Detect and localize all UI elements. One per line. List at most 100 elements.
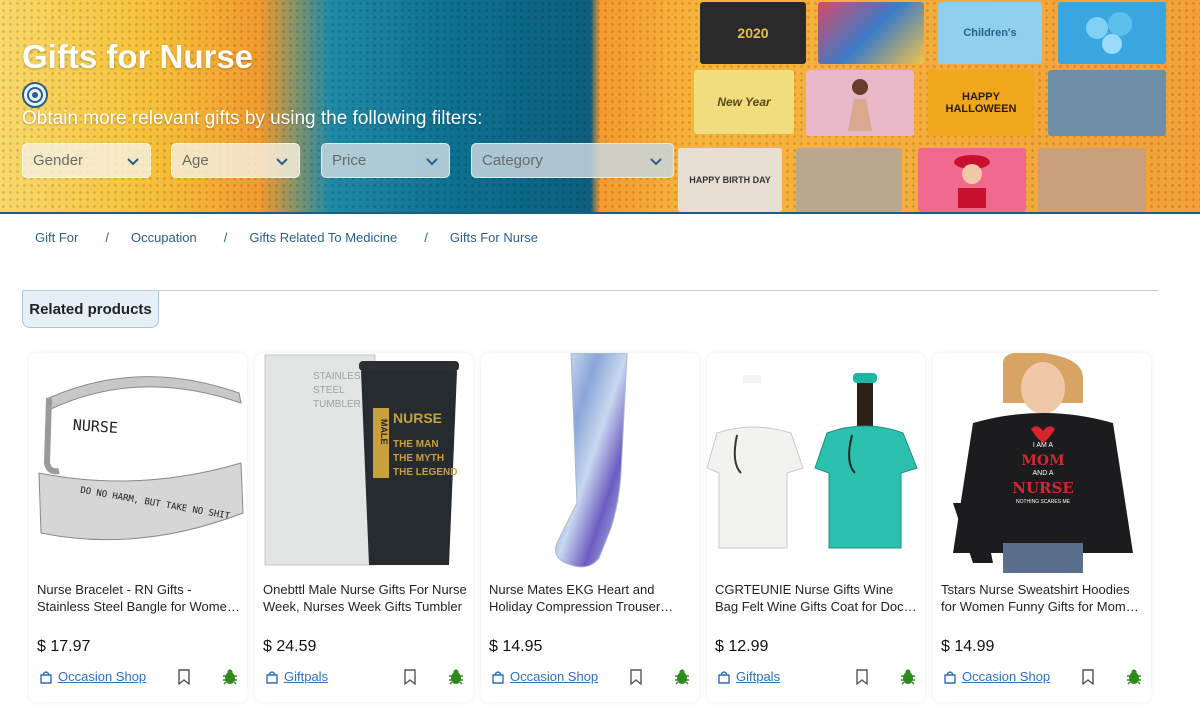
bookmark-icon[interactable]: [1081, 669, 1095, 685]
breadcrumb-gifts-for-nurse[interactable]: Gifts For Nurse: [450, 230, 538, 245]
shop-link[interactable]: Giftpals: [265, 669, 328, 684]
sweatshirt-image: I AM A MOM AND A NURSE NOTHING SCARES ME: [953, 353, 1133, 573]
shirt-text-and-a: AND A: [1032, 470, 1053, 477]
bookmark-icon[interactable]: [403, 669, 417, 685]
product-image[interactable]: NURSE DO NO HARM, BUT TAKE NO SHIT: [29, 353, 247, 573]
product-price: $ 14.99: [941, 638, 995, 655]
gender-filter[interactable]: Gender: [22, 143, 151, 178]
collage-tile-toast: [796, 148, 902, 212]
person-icon: [848, 79, 872, 131]
shop-name: Giftpals: [736, 669, 781, 684]
product-card[interactable]: Nurse Mates EKG Heart and Holiday Compre…: [481, 353, 699, 702]
halloween-happy-text: HAPPY: [962, 91, 1000, 103]
bug-report-icon[interactable]: [447, 668, 465, 686]
bookmark-icon[interactable]: [177, 669, 191, 685]
hero-banner: Gifts for Nurse Obtain more relevant gif…: [0, 0, 1200, 214]
tumbler-text-male: MALE: [379, 419, 389, 445]
shop-name: Occasion Shop: [510, 669, 599, 684]
halloween-text: HALLOWEEN: [945, 103, 1017, 115]
shopping-bag-icon: [266, 670, 278, 684]
product-image[interactable]: I AM A MOM AND A NURSE NOTHING SCARES ME: [933, 353, 1151, 573]
age-filter[interactable]: Age: [171, 143, 300, 178]
tumbler-image: STAINLESS STEEL TUMBLER MALE NURSE THE M…: [264, 354, 459, 566]
shirt-text-nothing-scares-me: NOTHING SCARES ME: [1016, 499, 1071, 505]
balloons-icon: [1086, 12, 1132, 54]
shopping-bag-icon: [944, 670, 956, 684]
person-icon: [954, 155, 990, 208]
breadcrumb-gift-for[interactable]: Gift For: [35, 230, 78, 245]
chevron-down-icon: [276, 157, 288, 165]
shop-name: Occasion Shop: [58, 669, 147, 684]
bookmark-icon[interactable]: [855, 669, 869, 685]
category-filter-label: Category: [482, 152, 543, 169]
shopping-bag-icon: [718, 670, 730, 684]
product-title[interactable]: CGRTEUNIE Nurse Gifts Wine Bag Felt Wine…: [715, 581, 919, 615]
product-title[interactable]: Onebttl Male Nurse Gifts For Nurse Week,…: [263, 581, 467, 615]
shop-link[interactable]: Occasion Shop: [943, 669, 1050, 684]
shop-name: Giftpals: [284, 669, 329, 684]
bracelet-image: NURSE DO NO HARM, BUT TAKE NO SHIT: [38, 376, 244, 541]
shop-link[interactable]: Occasion Shop: [491, 669, 598, 684]
shop-link[interactable]: Giftpals: [717, 669, 780, 684]
shirt-text-nurse: NURSE: [1012, 479, 1074, 497]
occasion-collage: 2020 Children's New Year HAPPY HALLOWEEN…: [672, 0, 1200, 212]
shirt-text-i-am-a: I AM A: [1033, 442, 1054, 449]
collage-tile-woman-red-hat: [918, 148, 1026, 212]
wine-bag-image: [707, 373, 918, 549]
shopping-bag-icon: [40, 670, 52, 684]
product-image[interactable]: STAINLESS STEEL TUMBLER MALE NURSE THE M…: [255, 353, 473, 573]
breadcrumb: Gift For / Occupation / Gifts Related To…: [35, 230, 538, 245]
product-title[interactable]: Tstars Nurse Sweatshirt Hoodies for Wome…: [941, 581, 1145, 615]
breadcrumb-gifts-related-to-medicine[interactable]: Gifts Related To Medicine: [249, 230, 397, 245]
price-filter[interactable]: Price: [321, 143, 450, 178]
gender-filter-label: Gender: [33, 152, 84, 169]
bookmark-icon[interactable]: [629, 669, 643, 685]
product-price: $ 17.97: [37, 638, 91, 655]
breadcrumb-separator: /: [105, 230, 109, 245]
category-filter[interactable]: Category: [471, 143, 674, 178]
box-text-stainless: STAINLESS: [313, 371, 368, 382]
product-card[interactable]: NURSE DO NO HARM, BUT TAKE NO SHIT Nurse…: [29, 353, 247, 702]
collage-tile-2020: 2020: [700, 2, 806, 64]
section-divider: [22, 290, 1158, 291]
product-price: $ 24.59: [263, 638, 317, 655]
product-card[interactable]: I AM A MOM AND A NURSE NOTHING SCARES ME…: [933, 353, 1151, 702]
collage-tile-balloons: [818, 2, 924, 64]
shop-name: Occasion Shop: [962, 669, 1051, 684]
shop-link[interactable]: Occasion Shop: [39, 669, 146, 684]
bug-report-icon[interactable]: [221, 668, 239, 686]
tumbler-text-nurse: NURSE: [393, 410, 442, 426]
shirt-text-mom: MOM: [1021, 453, 1064, 469]
tumbler-text-the-myth: THE MYTH: [393, 453, 444, 464]
product-image[interactable]: [481, 353, 699, 573]
filter-instructions: Obtain more relevant gifts by using the …: [22, 108, 483, 129]
breadcrumb-occupation[interactable]: Occupation: [131, 230, 197, 245]
bug-report-icon[interactable]: [1125, 668, 1143, 686]
collage-tile-new-year: New Year: [694, 70, 794, 134]
product-image[interactable]: [707, 353, 925, 573]
product-price: $ 14.95: [489, 638, 543, 655]
product-title[interactable]: Nurse Mates EKG Heart and Holiday Compre…: [489, 581, 693, 615]
product-card[interactable]: CGRTEUNIE Nurse Gifts Wine Bag Felt Wine…: [707, 353, 925, 702]
collage-tile-couple: [1038, 148, 1146, 212]
collage-tile-hands-together: [1048, 70, 1166, 136]
shopping-bag-icon: [492, 670, 504, 684]
breadcrumb-separator: /: [424, 230, 428, 245]
compression-sock-image: [555, 353, 628, 568]
product-card[interactable]: STAINLESS STEEL TUMBLER MALE NURSE THE M…: [255, 353, 473, 702]
tumbler-text-the-man: THE MAN: [393, 439, 439, 450]
breadcrumb-separator: /: [223, 230, 228, 245]
chevron-down-icon: [650, 157, 662, 165]
box-text-steel: STEEL: [313, 385, 345, 396]
product-title[interactable]: Nurse Bracelet - RN Gifts - Stainless St…: [37, 581, 241, 615]
page-title: Gifts for Nurse: [22, 38, 254, 75]
age-filter-label: Age: [182, 152, 209, 169]
collage-tile-woman-dancing: [806, 70, 914, 136]
related-products-heading: Related products: [22, 291, 159, 328]
site-logo-icon[interactable]: [22, 82, 48, 108]
bug-report-icon[interactable]: [673, 668, 691, 686]
box-text-tumbler: TUMBLER: [313, 399, 361, 410]
product-price: $ 12.99: [715, 638, 769, 655]
bug-report-icon[interactable]: [899, 668, 917, 686]
tumbler-text-the-legend: THE LEGEND: [393, 467, 457, 478]
